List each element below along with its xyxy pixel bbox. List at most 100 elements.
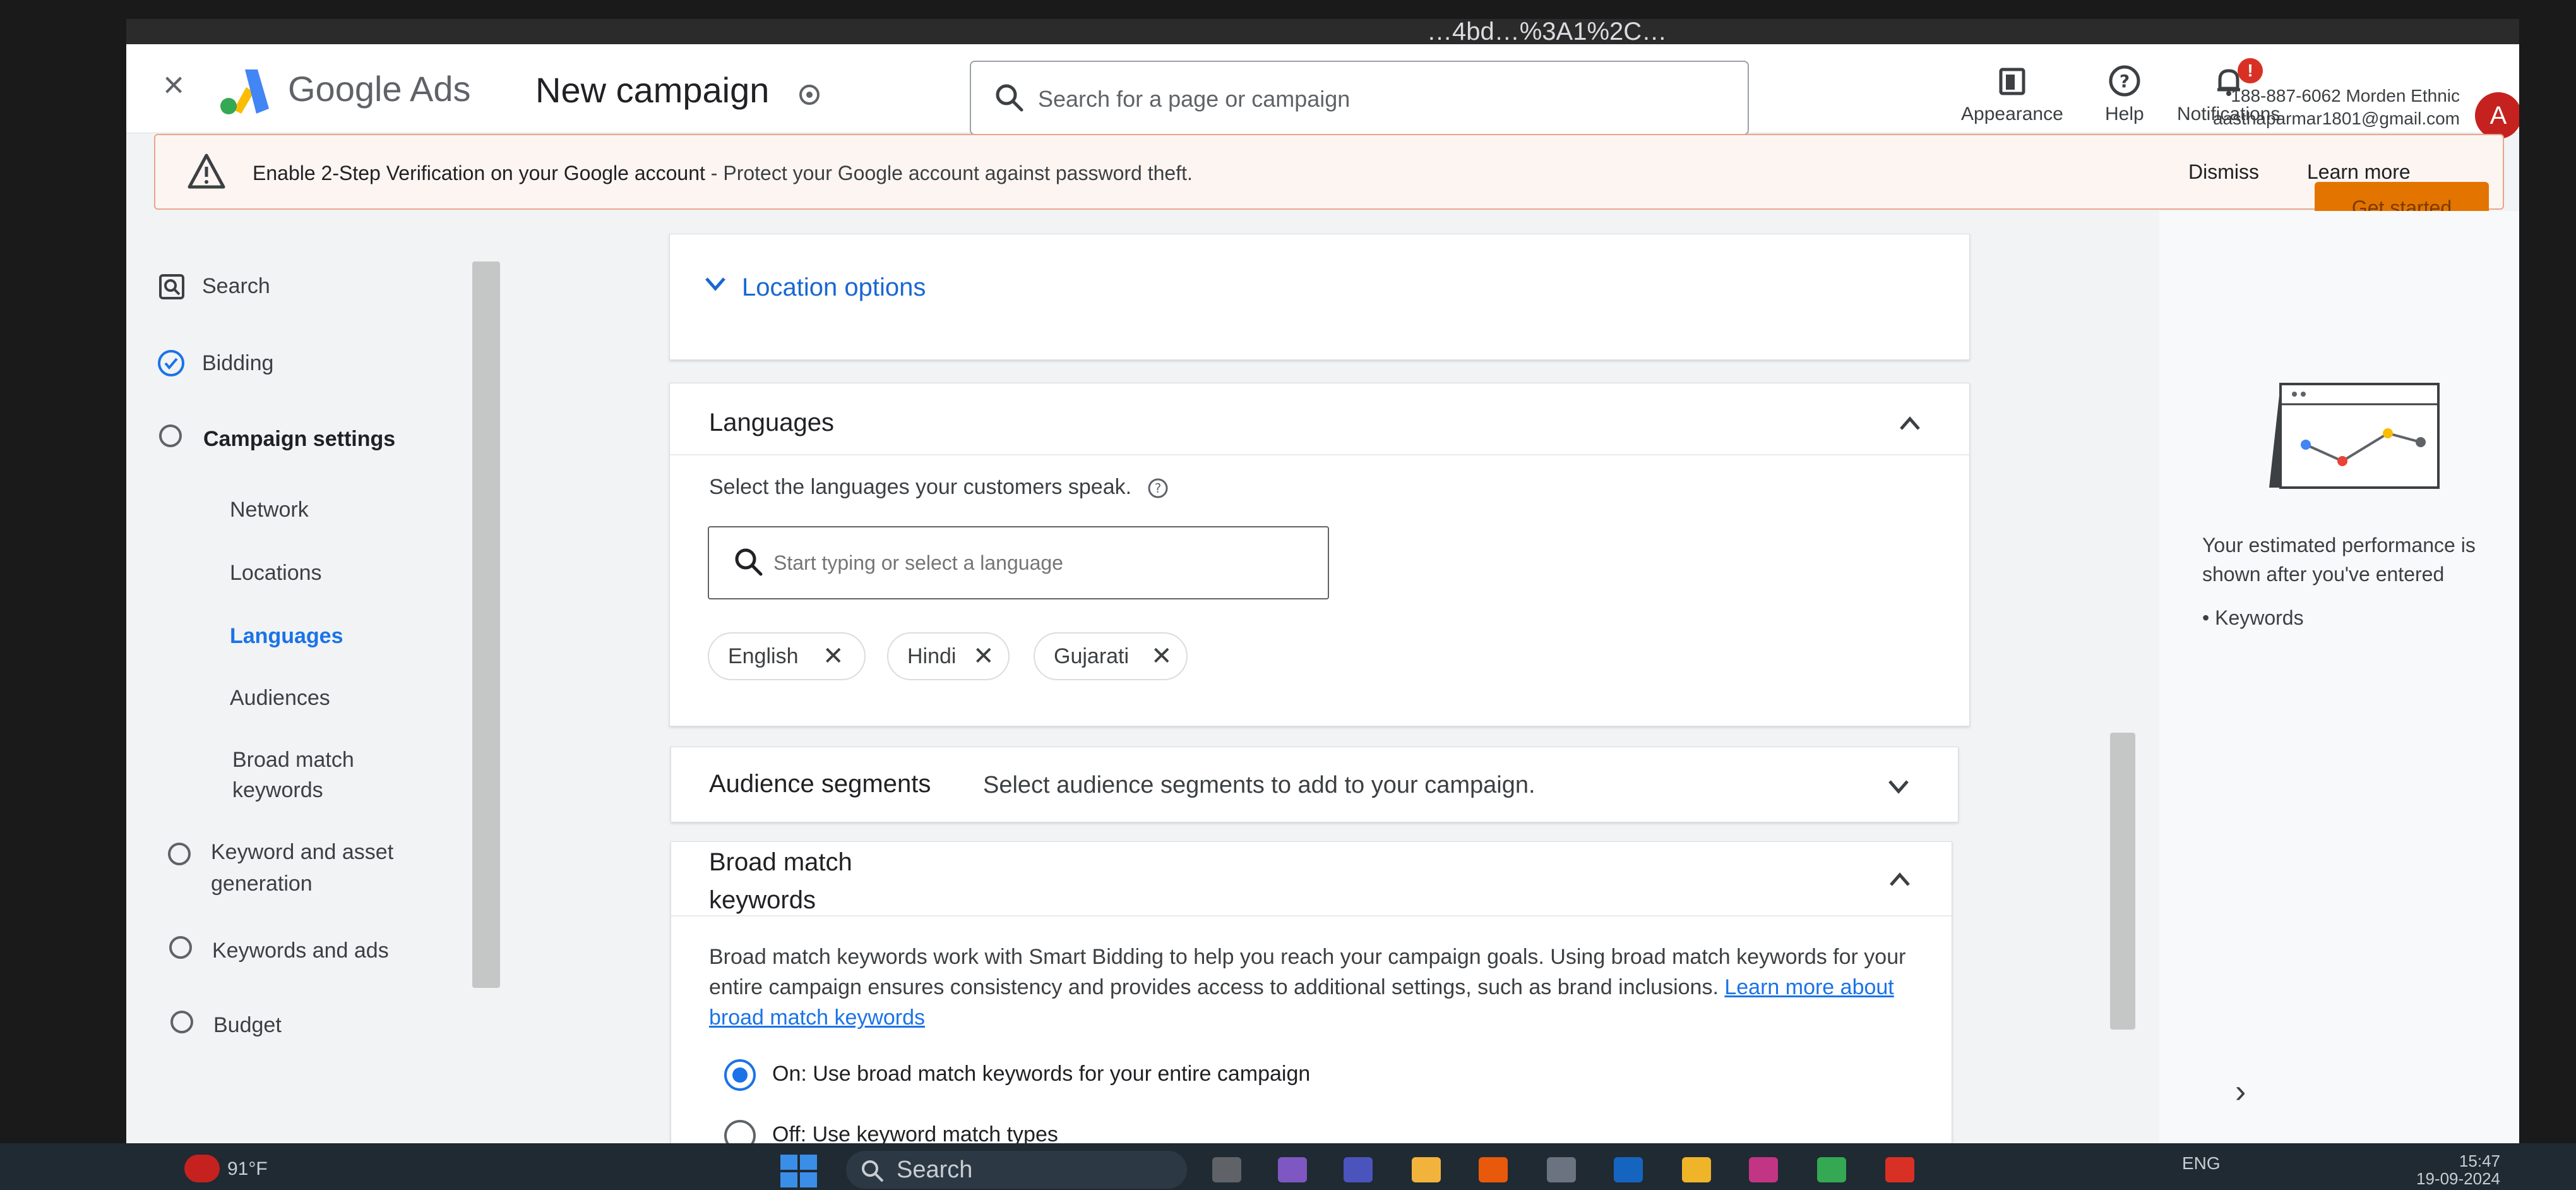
- audience-panel[interactable]: Audience segments Select audience segmen…: [671, 747, 1959, 822]
- notifications-badge: !: [2238, 58, 2263, 83]
- screen: …4bd…%3A1%2C… × Google Ads New campaign …: [126, 19, 2519, 1143]
- help-button[interactable]: ? Help: [2105, 63, 2144, 125]
- page-search-field[interactable]: Search for a page or campaign: [970, 61, 1749, 135]
- nav-step-keyword-asset-2[interactable]: generation: [211, 872, 313, 896]
- task-view-icon[interactable]: [1212, 1157, 1241, 1182]
- nav-sub-audiences[interactable]: Audiences: [230, 686, 330, 711]
- campaign-status-icon[interactable]: [797, 82, 822, 107]
- taskbar-time: 15:47: [2459, 1151, 2500, 1170]
- appearance-label: Appearance: [1961, 104, 2063, 124]
- main-scrollbar[interactable]: [2110, 733, 2135, 1030]
- broad-match-description: Broad match keywords work with Smart Bid…: [709, 942, 1921, 1033]
- taskbar-lang[interactable]: ENG: [2182, 1153, 2221, 1174]
- taskbar-search-label: Search: [897, 1157, 973, 1183]
- nav-sub-locations[interactable]: Locations: [230, 561, 322, 586]
- remove-chip-icon[interactable]: ✕: [973, 634, 994, 679]
- os-taskbar: 91°F Search ENG 15:47 19-09-2024: [0, 1143, 2576, 1190]
- step-circle-icon: [170, 1011, 193, 1033]
- search-icon: [735, 548, 763, 576]
- chevron-up-icon[interactable]: [1886, 866, 1914, 894]
- performance-sidebar: Your estimated performance is shown afte…: [2159, 211, 2519, 1143]
- taskbar-date: 19-09-2024: [2416, 1169, 2500, 1188]
- taskbar-search[interactable]: Search: [846, 1151, 1187, 1189]
- broad-match-off-radio[interactable]: [724, 1120, 756, 1143]
- app-badge-icon[interactable]: [1682, 1157, 1711, 1182]
- file-explorer-icon[interactable]: [1412, 1157, 1441, 1182]
- languages-prompt-text: Select the languages your customers spea…: [709, 475, 1132, 499]
- nav-step-budget[interactable]: Budget: [213, 1013, 282, 1038]
- appearance-icon: [1999, 68, 2025, 95]
- left-nav: Search Bidding Campaign settings Network…: [126, 211, 500, 1143]
- banner-rest-text: - Protect your Google account against pa…: [705, 162, 1193, 184]
- nav-sub-broad-match[interactable]: Broad match: [232, 748, 354, 772]
- page-title: New campaign: [535, 70, 770, 110]
- close-button[interactable]: ×: [152, 63, 196, 107]
- account-info[interactable]: 188-887-6062 Morden Ethnic aasthaparmar1…: [2200, 85, 2460, 130]
- chevron-right-icon[interactable]: ›: [2235, 1073, 2246, 1110]
- remove-chip-icon[interactable]: ✕: [823, 634, 844, 679]
- nav-step-bidding[interactable]: Bidding: [202, 351, 273, 376]
- chevron-down-icon[interactable]: [1885, 772, 1912, 800]
- chip-label: Hindi: [907, 644, 957, 668]
- brand-text: Google Ads: [288, 69, 471, 109]
- brand-name: Google Ads: [288, 68, 471, 109]
- instagram-icon[interactable]: [1749, 1157, 1778, 1182]
- dismiss-button[interactable]: Dismiss: [2188, 160, 2259, 184]
- windows-start-icon[interactable]: [779, 1153, 818, 1189]
- banner-message: Enable 2-Step Verification on your Googl…: [253, 162, 1193, 185]
- avatar[interactable]: A: [2475, 92, 2519, 139]
- app-red-icon[interactable]: [1885, 1157, 1914, 1182]
- taskbar-clock[interactable]: 15:47 19-09-2024: [2412, 1152, 2500, 1187]
- app-l-icon[interactable]: [1614, 1157, 1643, 1182]
- appearance-button[interactable]: Appearance: [1961, 63, 2063, 125]
- nav-step-keywords-ads[interactable]: Keywords and ads: [212, 939, 389, 963]
- browser-chrome: …4bd…%3A1%2C…: [126, 19, 2519, 44]
- svg-text:?: ?: [1154, 481, 1161, 496]
- search-icon: [862, 1160, 884, 1182]
- nav-step-search[interactable]: Search: [202, 274, 270, 299]
- help-circle-icon[interactable]: ?: [1147, 477, 1169, 500]
- panel-divider: [671, 915, 1952, 917]
- google-ads-logo-icon: [220, 69, 269, 114]
- performance-bullet: • Keywords: [2202, 606, 2304, 629]
- step-circle-icon: [159, 424, 182, 447]
- chevron-up-icon[interactable]: [1896, 410, 1924, 438]
- account-customer-id: 188-887-6062 Morden Ethnic: [2231, 86, 2460, 105]
- panel-divider: [670, 454, 1969, 455]
- nav-sub-languages[interactable]: Languages: [230, 624, 343, 649]
- store-icon[interactable]: [1547, 1157, 1576, 1182]
- chrome-icon[interactable]: [1817, 1157, 1846, 1182]
- search-icon: [996, 84, 1023, 112]
- app-header: …4bd…%3A1%2C… × Google Ads New campaign …: [126, 19, 2519, 139]
- warning-icon: [188, 153, 225, 189]
- performance-message: Your estimated performance is shown afte…: [2202, 534, 2476, 586]
- location-options-link[interactable]: Location options: [742, 273, 926, 302]
- languages-title: Languages: [709, 409, 834, 436]
- help-icon: ?: [2109, 65, 2140, 97]
- broad-match-title-line2: keywords: [709, 886, 816, 914]
- firefox-icon[interactable]: [1479, 1157, 1508, 1182]
- chip-label: English: [728, 644, 799, 668]
- nav-step-campaign-settings[interactable]: Campaign settings: [203, 427, 395, 452]
- copilot-icon[interactable]: [1278, 1157, 1307, 1182]
- nav-sub-network[interactable]: Network: [230, 498, 309, 522]
- nav-step-keyword-asset[interactable]: Keyword and asset: [211, 840, 393, 865]
- remove-chip-icon[interactable]: ✕: [1151, 634, 1172, 679]
- learn-more-button[interactable]: Learn more: [2307, 160, 2411, 184]
- broad-match-on-label: On: Use broad match keywords for your en…: [772, 1062, 1311, 1086]
- step-circle-icon: [169, 936, 192, 959]
- broad-match-on-radio[interactable]: [724, 1059, 756, 1091]
- language-search-field[interactable]: [708, 526, 1329, 599]
- languages-panel: Languages Select the languages your cust…: [669, 383, 1970, 726]
- language-search-input[interactable]: [772, 548, 1292, 578]
- audience-title: Audience segments: [709, 770, 931, 798]
- browser-url: …4bd…%3A1%2C…: [1427, 19, 1667, 45]
- nav-sub-broad-match-2[interactable]: keywords: [232, 778, 323, 803]
- languages-prompt: Select the languages your customers spea…: [709, 472, 1169, 502]
- teams-icon[interactable]: [1344, 1157, 1373, 1182]
- nav-scrollbar[interactable]: [472, 261, 500, 988]
- chevron-down-icon: [705, 277, 725, 291]
- language-chip-english: English ✕: [708, 632, 866, 680]
- banner-strong-text: Enable 2-Step Verification on your Googl…: [253, 162, 705, 184]
- weather-icon: [184, 1155, 220, 1182]
